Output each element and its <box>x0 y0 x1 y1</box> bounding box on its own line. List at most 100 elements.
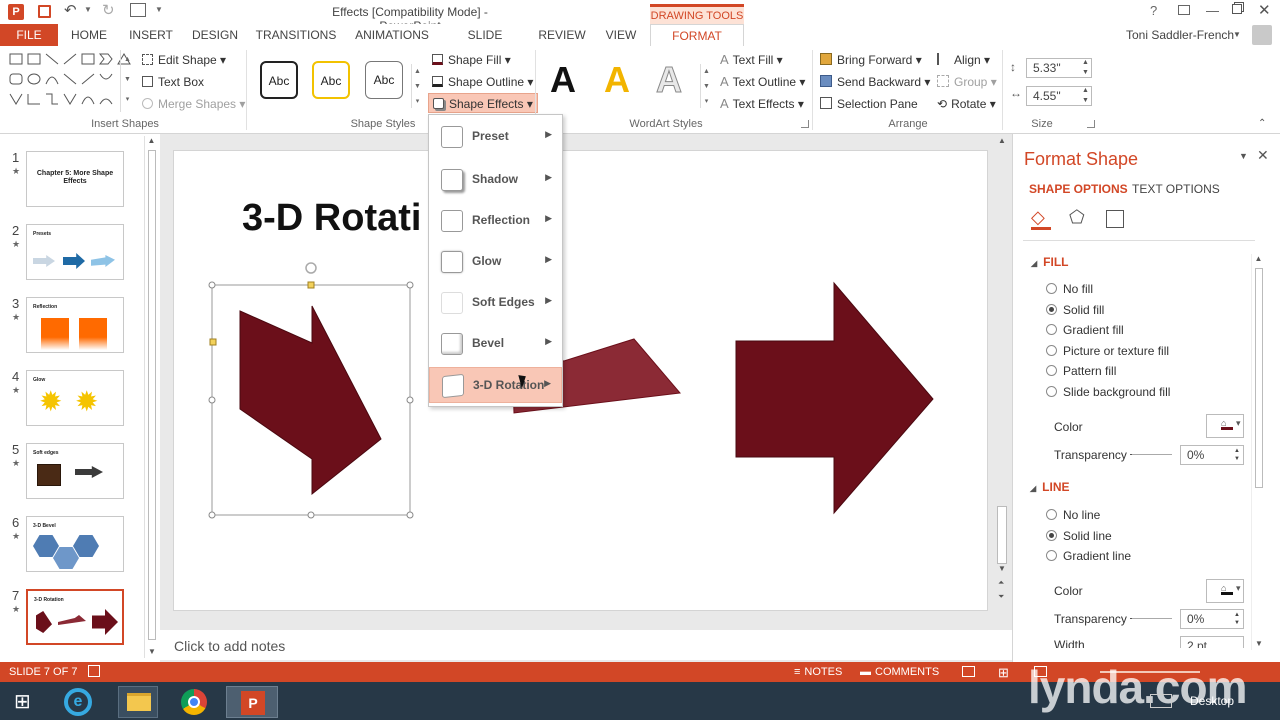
scroll-up-icon[interactable]: ▲ <box>145 136 158 145</box>
width-spin-arrows[interactable]: ▲ ▼ <box>1082 86 1089 106</box>
slide-thumbnail-2[interactable]: Presets <box>26 224 124 280</box>
slide-thumbnail-4[interactable]: Glow ✹ ✹ <box>26 370 124 426</box>
tab-slide-show[interactable]: SLIDE SHOW <box>448 24 522 64</box>
scrollbar-thumb[interactable] <box>997 506 1007 564</box>
group-button[interactable]: Group ▾ <box>937 72 997 92</box>
shapes-gallery-icons[interactable] <box>6 50 134 112</box>
shape-style-sample-2[interactable]: Abc <box>312 61 350 99</box>
slide-counter[interactable]: SLIDE 7 OF 7 <box>9 666 77 678</box>
ribbon-display-options-icon[interactable] <box>1178 5 1190 15</box>
redo-icon[interactable]: ↻ <box>102 1 115 19</box>
gradient-line-radio[interactable] <box>1046 550 1057 561</box>
no-fill-radio[interactable] <box>1046 283 1057 294</box>
pane-options-dropdown-icon[interactable]: ▼ <box>1239 151 1248 161</box>
slide-thumbnail-3[interactable]: Reflection <box>26 297 124 353</box>
menu-item-shadow[interactable]: Shadow ▶ <box>429 162 562 198</box>
save-icon[interactable] <box>38 5 51 18</box>
tab-review[interactable]: REVIEW <box>536 24 588 46</box>
desktop-label[interactable]: Desktop <box>1190 694 1234 708</box>
scroll-up-icon[interactable]: ▲ <box>1252 254 1265 263</box>
avatar[interactable] <box>1252 25 1272 45</box>
internet-explorer-icon[interactable]: e <box>64 688 92 716</box>
spin-arrows-icon[interactable]: ▲ ▼ <box>1234 447 1240 463</box>
keyboard-icon[interactable] <box>1150 694 1172 708</box>
text-outline-button[interactable]: A Text Outline ▾ <box>720 72 805 92</box>
thumbnails-scrollbar[interactable]: ▲ ▼ <box>144 136 158 658</box>
menu-item-3d-rotation[interactable]: 3-D Rotation ▶ <box>429 367 562 403</box>
slide-sorter-icon[interactable]: ⊞ <box>998 665 1009 681</box>
size-properties-icon[interactable] <box>1106 210 1124 228</box>
rotate-button[interactable]: ⟲ Rotate ▾ <box>937 94 996 114</box>
next-slide-icon[interactable]: ⏷ <box>998 592 1004 602</box>
line-transparency-field[interactable]: 0% ▲ ▼ <box>1180 609 1244 629</box>
line-color-picker[interactable]: ⌂ ▾ <box>1206 579 1244 603</box>
menu-item-reflection[interactable]: Reflection ▶ <box>429 203 562 239</box>
spin-arrows-icon[interactable]: ▲ ▼ <box>1234 611 1240 627</box>
height-spin-arrows[interactable]: ▲ ▼ <box>1082 58 1089 78</box>
adjustment-handle[interactable] <box>209 338 217 346</box>
align-button[interactable]: Align ▾ <box>937 50 990 70</box>
shape-outline-button[interactable]: Shape Outline ▾ <box>432 72 533 92</box>
wordart-style-outline[interactable]: A <box>656 59 683 100</box>
shape-style-sample-3[interactable]: Abc <box>365 61 403 99</box>
shapes-gallery[interactable] <box>6 50 134 112</box>
slide-thumbnail-7[interactable]: 3-D Rotation <box>26 589 124 645</box>
fill-section-header[interactable]: ◢ FILL <box>1031 255 1068 269</box>
tab-view[interactable]: VIEW <box>600 24 642 46</box>
effects-icon[interactable]: ⬠ <box>1069 208 1085 226</box>
chrome-icon[interactable] <box>181 689 207 715</box>
tab-design[interactable]: DESIGN <box>190 24 240 46</box>
solid-fill-option[interactable]: Solid fill <box>1046 301 1104 319</box>
scrollbar-thumb[interactable] <box>148 150 156 640</box>
line-section-header[interactable]: ◢ LINE <box>1030 480 1070 494</box>
powerpoint-taskbar-icon[interactable]: P <box>226 686 278 718</box>
slide-background-fill-radio[interactable] <box>1046 386 1057 397</box>
wordart-dialog-launcher-icon[interactable] <box>801 120 809 128</box>
menu-item-soft-edges[interactable]: Soft Edges ▶ <box>429 285 562 321</box>
wordart-scroll[interactable]: ▲ ▼ ▾ <box>700 64 712 108</box>
wordart-style-gold[interactable]: A <box>604 60 630 100</box>
customize-qat-icon[interactable]: ▼ <box>155 5 163 14</box>
text-effects-button[interactable]: A Text Effects ▾ <box>720 94 804 114</box>
wordart-style-black[interactable]: A <box>550 60 576 100</box>
menu-item-bevel[interactable]: Bevel ▶ <box>429 326 562 362</box>
arrow-shape-straight[interactable] <box>735 281 934 515</box>
line-transparency-slider[interactable] <box>1130 618 1172 619</box>
selection-pane-button[interactable]: Selection Pane <box>820 94 918 114</box>
no-line-option[interactable]: No line <box>1046 506 1100 524</box>
pane-scrollbar[interactable]: ▲ ▼ <box>1251 254 1265 650</box>
collapse-fill-icon[interactable]: ◢ <box>1031 259 1037 268</box>
merge-shapes-button[interactable]: Merge Shapes ▾ <box>142 94 245 114</box>
start-button-icon[interactable]: ⊞ <box>14 692 38 712</box>
scroll-up-icon[interactable]: ▲ <box>994 136 1010 145</box>
tab-animations[interactable]: ANIMATIONS <box>352 24 432 46</box>
tab-shape-options[interactable]: SHAPE OPTIONS <box>1029 182 1128 196</box>
shape-styles-scroll[interactable]: ▲ ▼ ▾ <box>411 64 423 108</box>
pattern-fill-radio[interactable] <box>1046 365 1057 376</box>
solid-line-radio[interactable] <box>1046 530 1057 541</box>
spell-check-icon[interactable] <box>88 665 100 677</box>
slide-scrollbar[interactable]: ▲ ▼ ⏶ ⏷ <box>994 136 1010 608</box>
normal-view-icon[interactable] <box>962 666 975 677</box>
shape-style-sample-1[interactable]: Abc <box>260 61 298 99</box>
fill-transparency-slider[interactable] <box>1130 454 1172 455</box>
restore-icon[interactable] <box>1232 4 1242 14</box>
fill-color-picker[interactable]: ⌂ ▾ <box>1206 414 1244 438</box>
fill-line-icon[interactable]: ◇ <box>1031 208 1051 230</box>
close-window-icon[interactable]: ✕ <box>1258 1 1271 19</box>
shapes-gallery-scroll[interactable]: ▲ ▼ ▾ <box>120 50 134 112</box>
picture-fill-option[interactable]: Picture or texture fill <box>1046 342 1169 360</box>
solid-fill-radio[interactable] <box>1046 304 1057 315</box>
notes-pane[interactable]: Click to add notes <box>160 630 1012 660</box>
fill-transparency-field[interactable]: 0% ▲ ▼ <box>1180 445 1244 465</box>
tab-home[interactable]: HOME <box>66 24 112 46</box>
menu-item-glow[interactable]: Glow ▶ <box>429 244 562 280</box>
slide-thumbnail-5[interactable]: Soft edges <box>26 443 124 499</box>
pattern-fill-option[interactable]: Pattern fill <box>1046 362 1116 380</box>
bring-forward-button[interactable]: Bring Forward ▾ <box>820 50 922 70</box>
text-fill-button[interactable]: A Text Fill ▾ <box>720 50 783 70</box>
tab-format[interactable]: FORMAT <box>650 24 744 47</box>
user-name[interactable]: Toni Saddler-French <box>1126 28 1234 42</box>
close-pane-icon[interactable]: ✕ <box>1257 147 1269 164</box>
no-fill-option[interactable]: No fill <box>1046 280 1093 298</box>
